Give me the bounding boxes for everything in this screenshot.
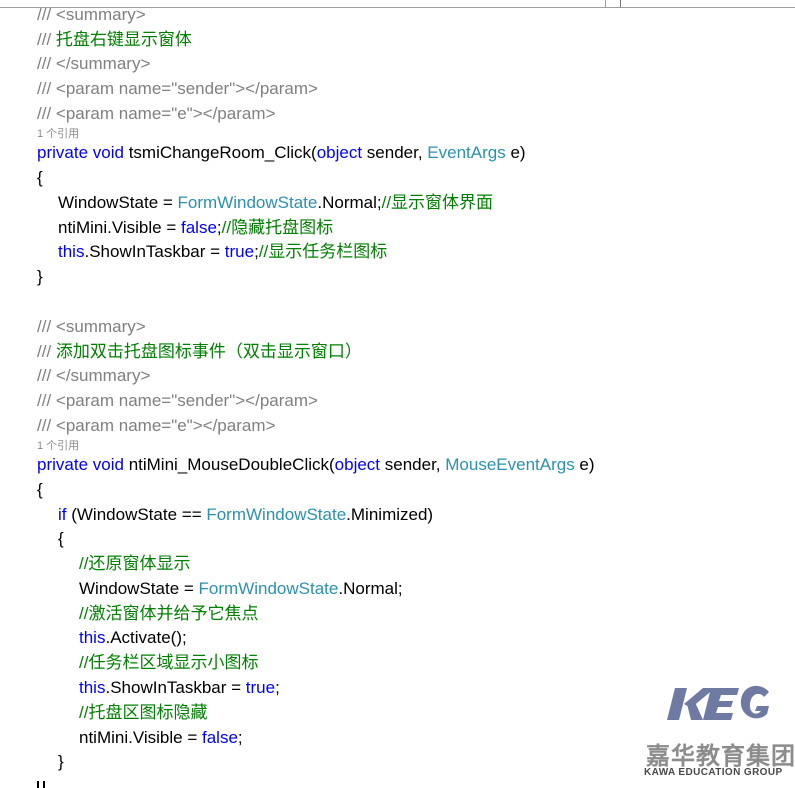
open-brace: { <box>58 529 64 548</box>
watermark-name-cn: 嘉华教育集团 <box>646 742 795 770</box>
watermark: 嘉华教育集团 KAWA EDUCATION GROUP <box>643 680 795 780</box>
code-comment: //激活窗体并给予它焦点 <box>79 604 259 623</box>
if-statement: if (WindowState == FormWindowState.Minim… <box>58 505 434 524</box>
doc-comment-line: /// <param name="e"></param> <box>37 104 276 123</box>
doc-comment-line: /// 添加双击托盘图标事件（双击显示窗口） <box>37 342 362 361</box>
code-statement: this.ShowInTaskbar = true;//显示任务栏图标 <box>58 242 388 261</box>
code-comment: //托盘区图标隐藏 <box>79 703 208 722</box>
code-lens-references[interactable]: 1 个引用 <box>37 439 79 453</box>
clipped-brace-fragment <box>37 781 45 788</box>
doc-comment-line: /// <param name="sender"></param> <box>37 79 318 98</box>
doc-comment-line: /// <summary> <box>37 5 146 24</box>
code-statement: this.Activate(); <box>79 628 187 647</box>
doc-comment-line: /// <param name="sender"></param> <box>37 391 318 410</box>
close-brace: } <box>58 752 64 771</box>
code-statement: WindowState = FormWindowState.Normal;//显… <box>58 193 494 212</box>
code-statement: ntiMini.Visible = false; <box>79 728 243 747</box>
doc-comment-line: /// <param name="e"></param> <box>37 416 276 435</box>
watermark-name-en: KAWA EDUCATION GROUP <box>644 767 783 778</box>
code-editor[interactable]: /// <summary> /// 托盘右键显示窗体 /// </summary… <box>0 0 795 788</box>
kawa-logo-icon <box>667 685 769 720</box>
code-statement: ntiMini.Visible = false;//隐藏托盘图标 <box>58 218 334 237</box>
code-comment: //还原窗体显示 <box>79 554 191 573</box>
doc-comment-line: /// </summary> <box>37 54 151 73</box>
code-statement: WindowState = FormWindowState.Normal; <box>79 579 403 598</box>
open-brace: { <box>37 480 43 499</box>
doc-comment-line: /// <summary> <box>37 317 146 336</box>
doc-comment-line: /// 托盘右键显示窗体 <box>37 30 192 49</box>
method-signature: private void ntiMini_MouseDoubleClick(ob… <box>37 455 595 474</box>
code-comment: //任务栏区域显示小图标 <box>79 653 259 672</box>
close-brace: } <box>37 267 43 286</box>
code-lens-references[interactable]: 1 个引用 <box>37 127 79 141</box>
code-statement: this.ShowInTaskbar = true; <box>79 678 280 697</box>
method-signature: private void tsmiChangeRoom_Click(object… <box>37 143 526 162</box>
open-brace: { <box>37 168 43 187</box>
doc-comment-line: /// </summary> <box>37 366 151 385</box>
